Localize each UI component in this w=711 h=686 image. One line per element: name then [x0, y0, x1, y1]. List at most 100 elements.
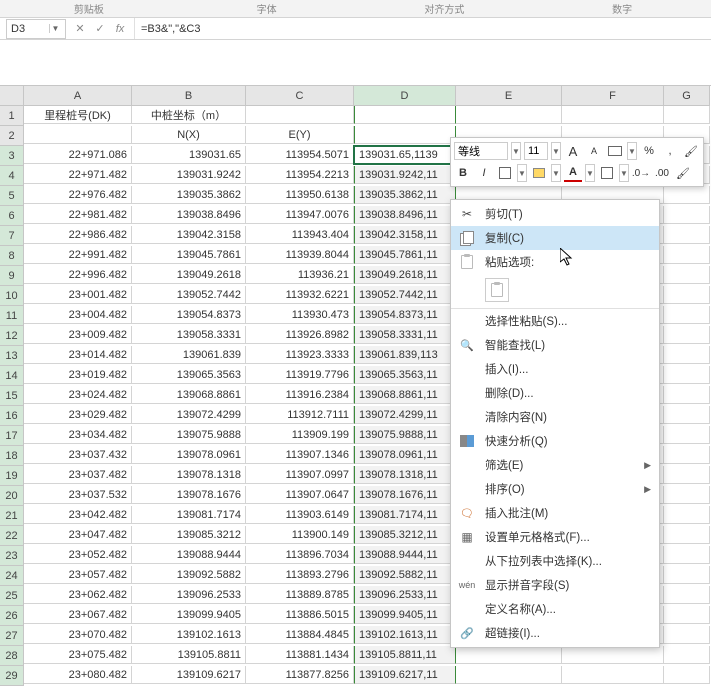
cell-B22[interactable]: 139085.3212: [132, 526, 246, 544]
column-header-A[interactable]: A: [24, 86, 132, 106]
row-header-14[interactable]: 14: [0, 366, 24, 386]
cell-D2[interactable]: [354, 126, 456, 144]
cell-A15[interactable]: 23+024.482: [24, 386, 132, 404]
cell-A18[interactable]: 23+037.432: [24, 446, 132, 464]
cell-D4[interactable]: 139031.9242,11: [354, 166, 456, 184]
cell-C24[interactable]: 113893.2796: [246, 566, 354, 584]
cell-B24[interactable]: 139092.5882: [132, 566, 246, 584]
cell-A5[interactable]: 22+976.482: [24, 186, 132, 204]
cell-D17[interactable]: 139075.9888,11: [354, 426, 456, 444]
cell-C26[interactable]: 113886.5015: [246, 606, 354, 624]
cell-D9[interactable]: 139049.2618,11: [354, 266, 456, 284]
cell-A4[interactable]: 22+971.482: [24, 166, 132, 184]
menu-cut[interactable]: 剪切(T): [451, 202, 659, 226]
cell-G12[interactable]: [664, 326, 710, 344]
cell-A9[interactable]: 22+996.482: [24, 266, 132, 284]
menu-paste-special[interactable]: 选择性粘贴(S)...: [451, 309, 659, 333]
cell-D14[interactable]: 139065.3563,11: [354, 366, 456, 384]
cell-D25[interactable]: 139096.2533,11: [354, 586, 456, 604]
formula-input[interactable]: =B3&","&C3: [134, 18, 711, 39]
row-header-15[interactable]: 15: [0, 386, 24, 406]
cell-C21[interactable]: 113903.6149: [246, 506, 354, 524]
cell-G29[interactable]: [664, 666, 710, 684]
mini-borders2-dropdown-icon[interactable]: ▼: [619, 164, 629, 182]
row-header-16[interactable]: 16: [0, 406, 24, 426]
mini-grow-font-button[interactable]: A: [564, 142, 582, 160]
cell-G20[interactable]: [664, 486, 710, 504]
cell-D1[interactable]: [354, 106, 456, 124]
mini-fill-color-button[interactable]: [530, 164, 548, 182]
cell-C11[interactable]: 113930.473: [246, 306, 354, 324]
cell-B18[interactable]: 139078.0961: [132, 446, 246, 464]
mini-increase-decimal-button[interactable]: .00: [653, 164, 671, 182]
cell-B8[interactable]: 139045.7861: [132, 246, 246, 264]
row-header-1[interactable]: 1: [0, 106, 24, 126]
cell-C20[interactable]: 113907.0647: [246, 486, 354, 504]
row-header-8[interactable]: 8: [0, 246, 24, 266]
cell-A17[interactable]: 23+034.482: [24, 426, 132, 444]
cell-C16[interactable]: 113912.7111: [246, 406, 354, 424]
column-header-D[interactable]: D: [354, 86, 456, 106]
cell-C5[interactable]: 113950.6138: [246, 186, 354, 204]
cell-D29[interactable]: 139109.6217,11: [354, 666, 456, 684]
cell-G6[interactable]: [664, 206, 710, 224]
cell-A8[interactable]: 22+991.482: [24, 246, 132, 264]
mini-bold-button[interactable]: B: [454, 164, 472, 182]
cell-G21[interactable]: [664, 506, 710, 524]
cell-D22[interactable]: 139085.3212,11: [354, 526, 456, 544]
cell-G28[interactable]: [664, 646, 710, 664]
cell-C15[interactable]: 113916.2384: [246, 386, 354, 404]
cell-C25[interactable]: 113889.8785: [246, 586, 354, 604]
mini-borders2-button[interactable]: [598, 164, 616, 182]
cell-A24[interactable]: 23+057.482: [24, 566, 132, 584]
cell-E1[interactable]: [456, 106, 562, 124]
cell-C29[interactable]: 113877.8256: [246, 666, 354, 684]
row-header-26[interactable]: 26: [0, 606, 24, 626]
cell-C7[interactable]: 113943.404: [246, 226, 354, 244]
cell-A10[interactable]: 23+001.482: [24, 286, 132, 304]
cell-C6[interactable]: 113947.0076: [246, 206, 354, 224]
cell-B20[interactable]: 139078.1676: [132, 486, 246, 504]
cell-A3[interactable]: 22+971.086: [24, 146, 132, 164]
cell-C1[interactable]: [246, 106, 354, 124]
cell-E28[interactable]: [456, 646, 562, 664]
cell-A14[interactable]: 23+019.482: [24, 366, 132, 384]
insert-function-button[interactable]: fx: [110, 23, 130, 35]
cell-A19[interactable]: 23+037.482: [24, 466, 132, 484]
cell-B19[interactable]: 139078.1318: [132, 466, 246, 484]
cell-A6[interactable]: 22+981.482: [24, 206, 132, 224]
cell-D19[interactable]: 139078.1318,11: [354, 466, 456, 484]
cell-D13[interactable]: 139061.839,113: [354, 346, 456, 364]
cell-D18[interactable]: 139078.0961,11: [354, 446, 456, 464]
row-header-19[interactable]: 19: [0, 466, 24, 486]
name-box[interactable]: D3 ▼: [6, 19, 66, 39]
menu-clear-contents[interactable]: 清除内容(N): [451, 405, 659, 429]
column-header-C[interactable]: C: [246, 86, 354, 106]
cell-B14[interactable]: 139065.3563: [132, 366, 246, 384]
menu-insert-comment[interactable]: 插入批注(M): [451, 501, 659, 525]
cell-G9[interactable]: [664, 266, 710, 284]
cell-C8[interactable]: 113939.8044: [246, 246, 354, 264]
cell-B3[interactable]: 139031.65: [132, 146, 246, 164]
cell-B23[interactable]: 139088.9444: [132, 546, 246, 564]
row-header-17[interactable]: 17: [0, 426, 24, 446]
cell-A16[interactable]: 23+029.482: [24, 406, 132, 424]
cell-B12[interactable]: 139058.3331: [132, 326, 246, 344]
column-header-F[interactable]: F: [562, 86, 664, 106]
cell-G8[interactable]: [664, 246, 710, 264]
cell-C28[interactable]: 113881.1434: [246, 646, 354, 664]
row-header-7[interactable]: 7: [0, 226, 24, 246]
cell-B27[interactable]: 139102.1613: [132, 626, 246, 644]
cell-B15[interactable]: 139068.8861: [132, 386, 246, 404]
mini-merge-button[interactable]: [606, 142, 624, 160]
cell-D27[interactable]: 139102.1613,11: [354, 626, 456, 644]
cell-F1[interactable]: [562, 106, 664, 124]
mini-decrease-decimal-button[interactable]: .0→: [632, 164, 650, 182]
mini-format-button[interactable]: 🖌: [674, 164, 692, 182]
cell-B6[interactable]: 139038.8496: [132, 206, 246, 224]
cell-B29[interactable]: 139109.6217: [132, 666, 246, 684]
name-box-dropdown-icon[interactable]: ▼: [49, 24, 61, 33]
cell-D21[interactable]: 139081.7174,11: [354, 506, 456, 524]
menu-insert[interactable]: 插入(I)...: [451, 357, 659, 381]
menu-sort[interactable]: 排序(O) ▶: [451, 477, 659, 501]
